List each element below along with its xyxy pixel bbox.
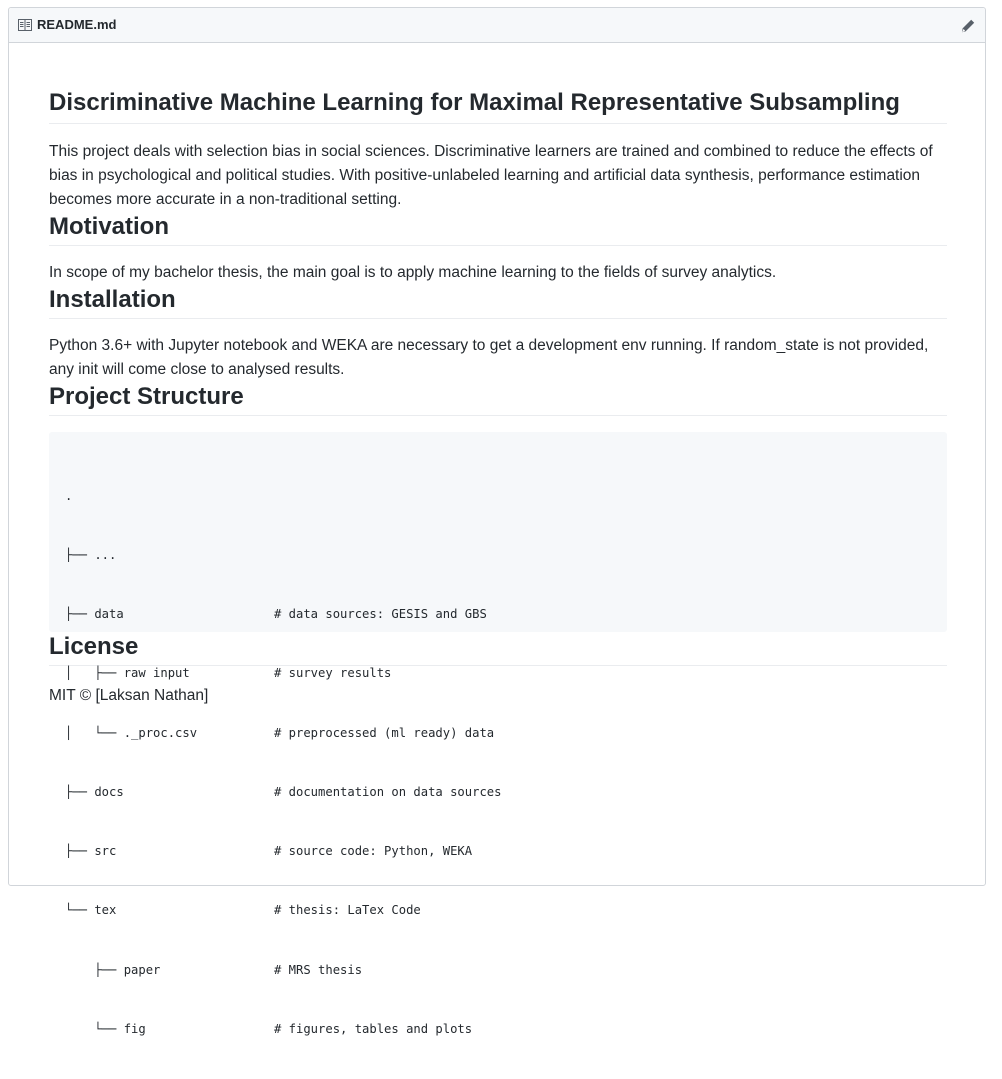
tree-path: └── tex	[65, 903, 117, 918]
edit-button[interactable]	[959, 17, 977, 35]
tree-line: ├── src # source code: Python, WEKA	[65, 842, 931, 862]
tree-line: ├── paper # MRS thesis	[65, 961, 931, 981]
motivation-heading: Motivation	[49, 212, 947, 246]
readme-content: Discriminative Machine Learning for Maxi…	[49, 43, 947, 1036]
tree-path: ├── data	[65, 607, 124, 621]
license-paragraph: MIT © [Laksan Nathan]	[49, 687, 209, 704]
code-block: . ├── ... ├── data # data sources: GESIS …	[49, 432, 947, 1036]
tree-path: ├── docs	[65, 784, 124, 799]
tree-path: .	[65, 488, 73, 503]
tree-line: │ └── ._proc.csv # preprocessed (ml ready…	[65, 724, 931, 744]
readme-header: README.md	[9, 8, 985, 43]
tree-path: └── fig	[65, 1021, 146, 1036]
tree-comment: # figures, tables and plots	[274, 1021, 473, 1036]
tree-line: └── tex # thesis: LaTex Code	[65, 901, 931, 921]
tree-comment: # preprocessed (ml ready) data	[274, 725, 495, 740]
installation-heading: Installation	[49, 285, 947, 319]
file-name: README.md	[37, 17, 117, 32]
tree-line: ├── ...	[65, 546, 931, 566]
tree-line: .	[65, 487, 931, 507]
tree-comment: # survey results	[274, 666, 392, 681]
tree-path: ├── paper	[65, 962, 161, 977]
tree-comment: # thesis: LaTex Code	[274, 903, 421, 918]
tree-line: ├── data # data sources: GESIS and GBS	[65, 605, 931, 625]
tree-line: │ ├── raw input # survey results	[65, 664, 931, 684]
tree-comment: # documentation on data sources	[274, 784, 502, 799]
tree-path: ├── ...	[65, 547, 117, 562]
motivation-paragraph: In scope of my bachelor thesis, the main…	[49, 264, 777, 281]
pencil-icon[interactable]	[961, 19, 975, 33]
intro-paragraph: This project deals with selection bias i…	[49, 143, 933, 208]
tree-path: │ ├── raw input	[65, 666, 190, 681]
readme-panel: README.md Discriminative Machine Learnin…	[8, 7, 986, 1036]
tree-path: ├── src	[65, 844, 117, 858]
tree-comment: # source code: Python, WEKA	[274, 844, 473, 858]
tree-comment: # data sources: GESIS and GBS	[274, 607, 487, 621]
tree-comment: # MRS thesis	[274, 962, 363, 977]
installation-paragraph: Python 3.6+ with Jupyter notebook and WE…	[49, 337, 929, 378]
page-title: Discriminative Machine Learning for Maxi…	[49, 87, 947, 124]
tree-path: │ └── ._proc.csv	[65, 725, 198, 740]
tree-line: ├── docs # documentation on data sources	[65, 783, 931, 803]
file-title: README.md	[18, 17, 116, 32]
structure-heading: Project Structure	[49, 382, 947, 416]
license-heading: License	[49, 632, 947, 666]
tree-line: └── fig # figures, tables and plots	[65, 1020, 931, 1040]
book-icon	[18, 18, 32, 31]
